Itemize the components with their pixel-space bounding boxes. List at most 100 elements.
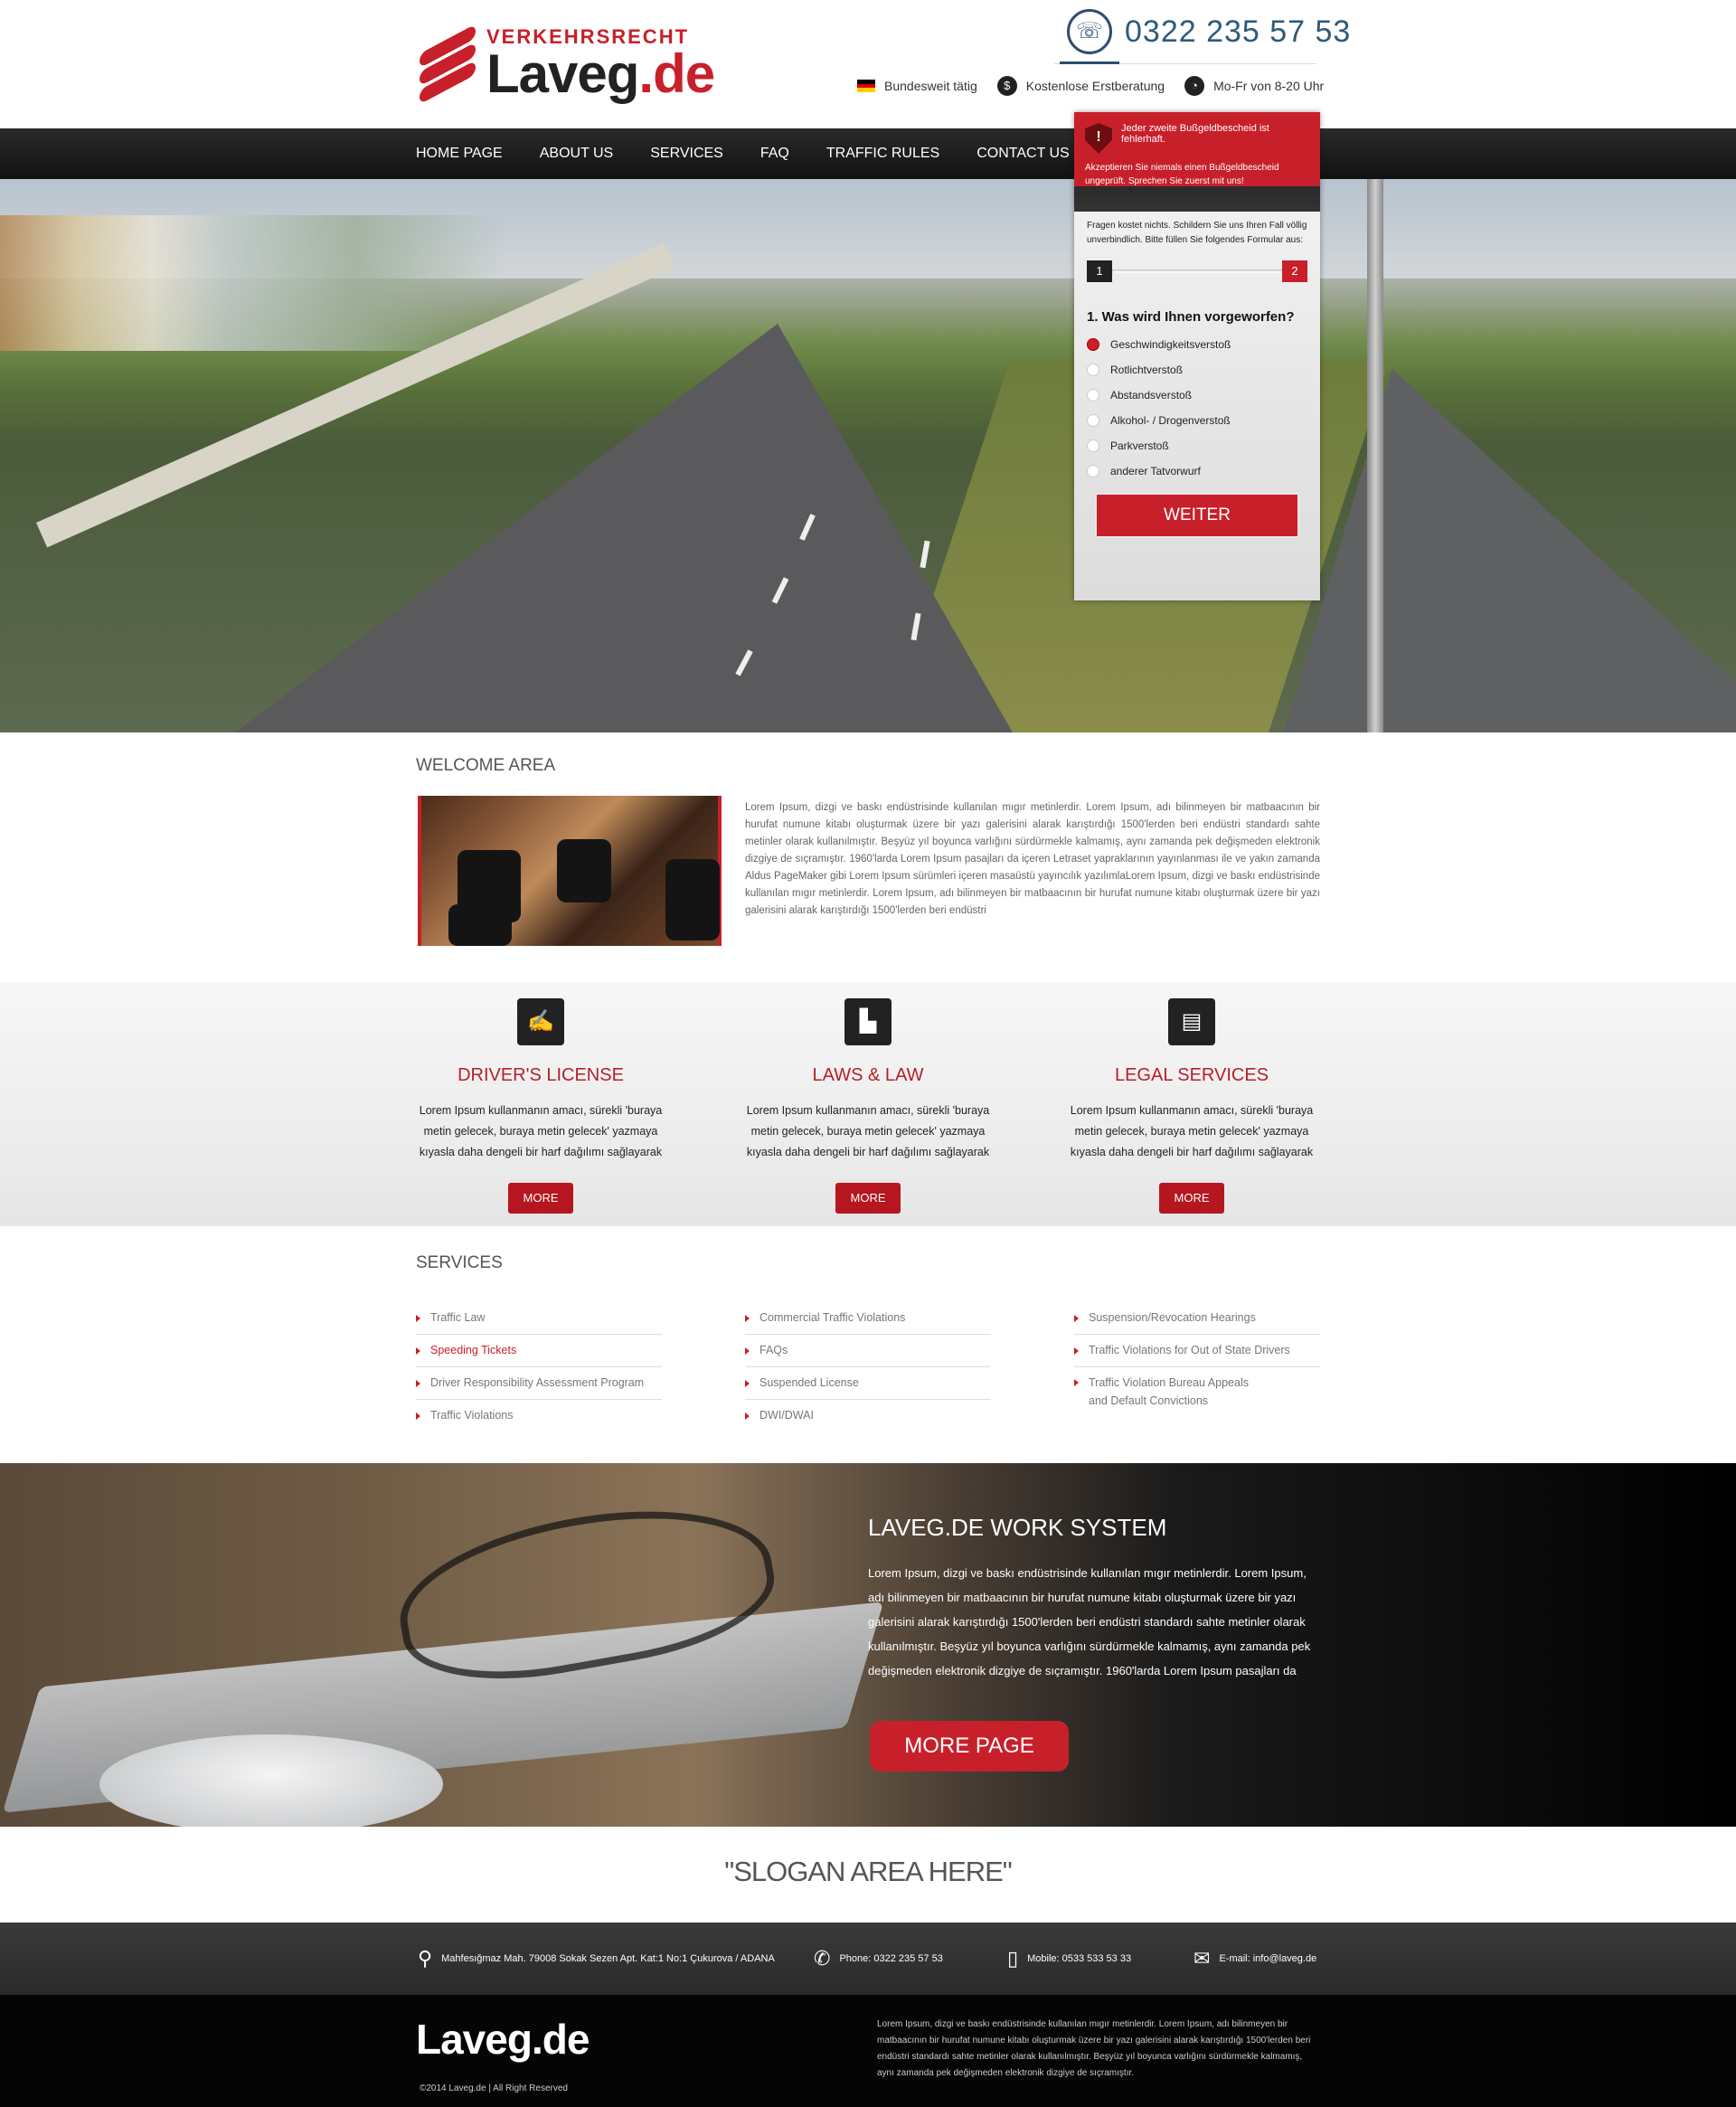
feature-title: LAWS & LAW <box>812 1065 924 1085</box>
feature-text: Lorem Ipsum kullanmanın amacı, sürekli '… <box>746 1104 990 1158</box>
radio-selected[interactable] <box>1087 338 1099 351</box>
option-parking[interactable]: Parkverstoß <box>1087 433 1307 458</box>
slogan: "SLOGAN AREA HERE" <box>724 1856 1013 1887</box>
footer-text: Lorem Ipsum, dizgi ve baskı endüstrisind… <box>877 2019 1311 2078</box>
work-system-section: LAVEG.DE WORK SYSTEM Lorem Ipsum, dizgi … <box>0 1463 1736 1827</box>
contact-mobile[interactable]: ▯ Mobile: 0533 533 53 33 <box>1007 1923 1131 1995</box>
main-nav: HOME PAGE ABOUT US SERVICES FAQ TRAFFIC … <box>0 128 1736 179</box>
radio[interactable] <box>1087 439 1099 452</box>
feature-text: Lorem Ipsum kullanmanın amacı, sürekli '… <box>1070 1104 1314 1158</box>
option-other[interactable]: anderer Tatvorwurf <box>1087 458 1307 484</box>
envelope-icon: ✉ <box>1194 1947 1211 1970</box>
logo-mark-icon <box>416 24 479 105</box>
nav-about[interactable]: ABOUT US <box>540 128 614 179</box>
service-link[interactable]: Suspension/Revocation Hearings <box>1074 1302 1320 1335</box>
money-icon: $ <box>996 76 1017 96</box>
phone-icon: ✆ <box>814 1947 831 1970</box>
service-link[interactable]: Traffic Violation Bureau Appeals and Def… <box>1074 1367 1269 1416</box>
more-button[interactable]: MORE <box>508 1183 573 1214</box>
services-section: SERVICES Traffic Law Speeding Tickets Dr… <box>416 1253 1320 1422</box>
location-pin-icon: ⚲ <box>418 1947 433 1970</box>
service-link[interactable]: FAQs <box>745 1335 991 1367</box>
warning-title: Jeder zweite Bußgeldbescheid ist fehlerh… <box>1121 123 1269 145</box>
welcome-section: WELCOME AREA Lorem Ipsum, dizgi ve baskı… <box>416 756 1320 946</box>
nav-traffic-rules[interactable]: TRAFFIC RULES <box>826 128 939 179</box>
services-column: Commercial Traffic Violations FAQs Suspe… <box>745 1302 991 1431</box>
contact-address: ⚲ Mahfesığmaz Mah. 79008 Sokak Sezen Apt… <box>418 1923 775 1995</box>
mobile-text: Mobile: 0533 533 53 33 <box>1027 1953 1132 1964</box>
radio[interactable] <box>1087 364 1099 376</box>
welcome-text: Lorem Ipsum, dizgi ve baskı endüstrisind… <box>745 802 1320 916</box>
option-alcohol[interactable]: Alkohol- / Drogenverstoß <box>1087 408 1307 433</box>
service-link[interactable]: Traffic Law <box>416 1302 662 1335</box>
site-footer: Laveg.de ©2014 Laveg.de | All Right Rese… <box>0 1995 1736 2107</box>
chair-shape <box>448 904 512 946</box>
info-hours: ◔ Mo-Fr von 8-20 Uhr <box>1184 76 1324 96</box>
service-link-active[interactable]: Speeding Tickets <box>416 1335 662 1367</box>
service-link[interactable]: Driver Responsibility Assessment Program <box>416 1367 662 1400</box>
more-page-button[interactable]: MORE PAGE <box>870 1721 1069 1772</box>
contact-phone[interactable]: ✆ Phone: 0322 235 57 53 <box>814 1923 943 1995</box>
chair-shape <box>557 839 611 902</box>
phone-text: Phone: 0322 235 57 53 <box>839 1953 943 1964</box>
option-label: Rotlichtverstoß <box>1110 364 1184 376</box>
info-strip: Bundesweit tätig $ Kostenlose Erstberatu… <box>857 76 1324 96</box>
option-label: Abstandsverstoß <box>1110 389 1193 402</box>
info-nationwide: Bundesweit tätig <box>857 76 977 96</box>
nav-home[interactable]: HOME PAGE <box>416 128 503 179</box>
feature-title: LEGAL SERVICES <box>1114 1065 1269 1085</box>
option-label: Geschwindigkeitsverstoß <box>1110 338 1231 351</box>
info-label: Mo-Fr von 8-20 Uhr <box>1213 79 1325 93</box>
welcome-title: WELCOME AREA <box>416 756 556 775</box>
nav-services[interactable]: SERVICES <box>650 128 723 179</box>
mouse-image <box>99 1734 443 1827</box>
radio[interactable] <box>1087 389 1099 402</box>
header-phone[interactable]: ☏ 0322 235 57 53 <box>1067 9 1351 54</box>
license-icon: ✍ <box>517 998 564 1045</box>
feature-legal-services: ▤ LEGAL SERVICES Lorem Ipsum kullanmanın… <box>1056 998 1327 1214</box>
briefcase-icon: ▤ <box>1168 998 1215 1045</box>
nav-contact[interactable]: CONTACT US <box>976 128 1070 179</box>
more-button[interactable]: MORE <box>835 1183 901 1214</box>
contact-bar: ⚲ Mahfesığmaz Mah. 79008 Sokak Sezen Apt… <box>0 1923 1736 1995</box>
feature-title: DRIVER'S LICENSE <box>458 1065 624 1085</box>
services-title: SERVICES <box>416 1253 503 1272</box>
nav-faq[interactable]: FAQ <box>760 128 789 179</box>
form-warning: ! Jeder zweite Bußgeldbescheid ist fehle… <box>1074 112 1320 186</box>
service-link[interactable]: DWI/DWAI <box>745 1400 991 1431</box>
submit-button[interactable]: WEITER <box>1095 493 1299 538</box>
mobile-icon: ▯ <box>1007 1947 1019 1970</box>
features-section: ✍ DRIVER'S LICENSE Lorem Ipsum kullanman… <box>0 982 1736 1226</box>
service-link[interactable]: Commercial Traffic Violations <box>745 1302 991 1335</box>
service-link[interactable]: Traffic Violations <box>416 1400 662 1431</box>
info-label: Bundesweit tätig <box>884 79 977 93</box>
case-form: ! Jeder zweite Bußgeldbescheid ist fehle… <box>1074 112 1320 600</box>
radio[interactable] <box>1087 465 1099 477</box>
option-label: Alkohol- / Drogenverstoß <box>1110 414 1231 427</box>
more-button[interactable]: MORE <box>1159 1183 1224 1214</box>
footer-logo[interactable]: Laveg.de <box>416 2015 590 2064</box>
work-title: LAVEG.DE WORK SYSTEM <box>868 1514 1167 1541</box>
clock-icon: ◔ <box>1184 76 1205 96</box>
option-red-light[interactable]: Rotlichtverstoß <box>1087 357 1307 383</box>
german-flag-icon <box>857 80 875 92</box>
hero-banner <box>0 179 1736 732</box>
phone-icon: ☏ <box>1067 9 1112 54</box>
service-link[interactable]: Suspended License <box>745 1367 991 1400</box>
footer-copyright: ©2014 Laveg.de | All Right Reserved <box>420 2083 568 2093</box>
form-question: 1. Was wird Ihnen vorgeworfen? <box>1087 309 1295 325</box>
form-intro: Fragen kostet nichts. Schildern Sie uns … <box>1087 221 1307 245</box>
option-speeding[interactable]: Geschwindigkeitsverstoß <box>1087 332 1307 357</box>
email-text: E-mail: info@laveg.de <box>1219 1953 1317 1964</box>
option-distance[interactable]: Abstandsverstoß <box>1087 383 1307 408</box>
warning-shield-icon: ! <box>1085 123 1112 154</box>
contact-email[interactable]: ✉ E-mail: info@laveg.de <box>1194 1923 1316 1995</box>
warning-subtext: Akzeptieren Sie niemals einen Bußgeldbes… <box>1085 163 1279 186</box>
services-column: Traffic Law Speeding Tickets Driver Resp… <box>416 1302 662 1431</box>
radio[interactable] <box>1087 414 1099 427</box>
feature-drivers-license: ✍ DRIVER'S LICENSE Lorem Ipsum kullanman… <box>405 998 676 1214</box>
service-link[interactable]: Traffic Violations for Out of State Driv… <box>1074 1335 1320 1367</box>
info-label: Kostenlose Erstberatung <box>1025 79 1165 93</box>
form-divider <box>1074 186 1320 212</box>
site-logo[interactable]: VERKEHRSRECHT Laveg.de <box>416 24 715 105</box>
